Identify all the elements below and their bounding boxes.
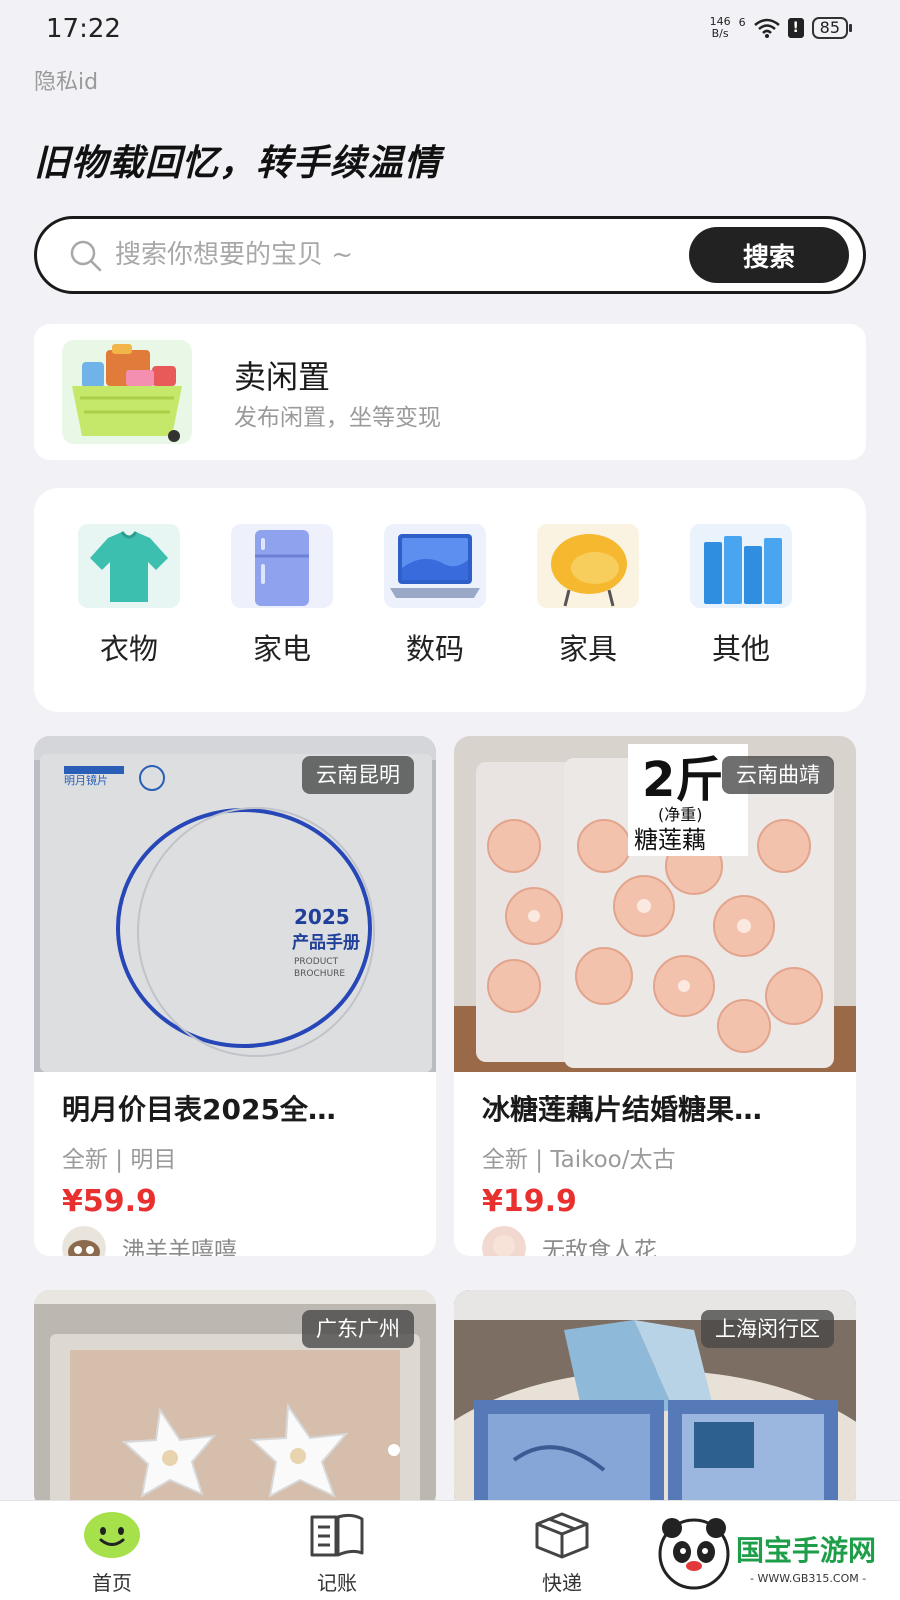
category-label: 其他 bbox=[711, 632, 770, 666]
product-title: 冰糖莲藕片结婚糖果… bbox=[482, 1093, 763, 1126]
product-title: 明月价目表2025全… bbox=[62, 1093, 336, 1126]
search-icon bbox=[70, 240, 102, 272]
category-other[interactable]: 其他 bbox=[686, 524, 796, 668]
alert-icon: ! bbox=[787, 18, 804, 38]
product-card[interactable]: 明月镜片 2025 产品手册 PRODUCT BROCHURE 云南昆明 明月价… bbox=[34, 736, 436, 1256]
category-label: 家电 bbox=[252, 632, 311, 666]
status-time: 17:22 bbox=[46, 14, 121, 44]
svg-text:PRODUCT: PRODUCT bbox=[294, 957, 339, 967]
search-input[interactable] bbox=[115, 231, 695, 279]
seller-info[interactable]: 沸羊羊嘻嘻 bbox=[62, 1226, 237, 1256]
svg-text:糖莲藕: 糖莲藕 bbox=[634, 826, 706, 854]
chair-icon bbox=[537, 524, 639, 608]
seller-name: 无敌食人花 bbox=[542, 1238, 657, 1256]
svg-text:产品手册: 产品手册 bbox=[292, 932, 360, 953]
nav-label: 记账 bbox=[317, 1571, 357, 1595]
location-badge: 上海闵行区 bbox=[701, 1310, 834, 1348]
svg-text:- WWW.GB315.COM -: - WWW.GB315.COM - bbox=[750, 1572, 866, 1585]
product-price: ¥59.9 bbox=[62, 1184, 157, 1219]
seller-info[interactable]: 无敌食人花 bbox=[482, 1226, 657, 1256]
category-furniture[interactable]: 家具 bbox=[533, 524, 643, 668]
category-digital[interactable]: 数码 bbox=[380, 524, 490, 668]
product-tag: 全新 | Taikoo/太古 bbox=[482, 1147, 676, 1173]
package-icon bbox=[535, 1512, 589, 1559]
product-card[interactable]: 广东广州 bbox=[34, 1290, 436, 1510]
category-label: 衣物 bbox=[99, 632, 158, 666]
product-tag: 全新 | 明目 bbox=[62, 1147, 177, 1173]
nav-label: 快递 bbox=[542, 1571, 582, 1595]
svg-text:明月镜片: 明月镜片 bbox=[64, 773, 108, 787]
seller-name: 沸羊羊嘻嘻 bbox=[122, 1238, 237, 1256]
category-appliance[interactable]: 家电 bbox=[227, 524, 337, 668]
network-speed: 146 B/s bbox=[709, 15, 731, 40]
battery-icon: 85 bbox=[811, 17, 853, 39]
laptop-icon bbox=[384, 524, 486, 608]
avatar bbox=[482, 1226, 526, 1256]
wifi-icon bbox=[753, 18, 780, 38]
page-slogan: 旧物载回忆，转手续温情 bbox=[34, 143, 442, 184]
ledger-icon bbox=[310, 1513, 364, 1557]
nav-item-express[interactable]: 快递 bbox=[502, 1511, 622, 1596]
category-clothing[interactable]: 衣物 bbox=[74, 524, 184, 668]
product-card[interactable]: 2斤 (净重) 糖莲藕 云南曲靖 冰糖莲藕片结婚糖果… 全新 | Taikoo/… bbox=[454, 736, 856, 1256]
nav-item-ledger[interactable]: 记账 bbox=[277, 1511, 397, 1596]
signal-label: 6 bbox=[738, 16, 746, 29]
category-grid: 衣物 家电 数码 家具 其他 bbox=[34, 488, 866, 712]
nav-item-home[interactable]: 首页 bbox=[52, 1511, 172, 1596]
location-badge: 广东广州 bbox=[302, 1310, 414, 1348]
svg-text:(净重): (净重) bbox=[658, 805, 703, 824]
books-icon bbox=[690, 524, 792, 608]
avatar bbox=[62, 1226, 106, 1256]
product-card[interactable]: 上海闵行区 bbox=[454, 1290, 856, 1510]
smiley-icon bbox=[84, 1512, 140, 1558]
svg-text:2斤: 2斤 bbox=[642, 752, 723, 808]
tshirt-icon bbox=[78, 524, 180, 608]
product-price: ¥19.9 bbox=[482, 1184, 577, 1219]
location-badge: 云南昆明 bbox=[302, 756, 414, 794]
svg-text:国宝手游网: 国宝手游网 bbox=[736, 1534, 876, 1567]
search-bar: 搜索 bbox=[34, 216, 866, 294]
fridge-icon bbox=[231, 524, 333, 608]
nav-label: 首页 bbox=[92, 1571, 132, 1595]
category-label: 数码 bbox=[405, 632, 464, 666]
basket-icon bbox=[62, 340, 192, 444]
watermark-logo: 国宝手游网 - WWW.GB315.COM - bbox=[654, 1508, 894, 1596]
sell-title: 卖闲置 bbox=[234, 358, 331, 396]
svg-text:BROCHURE: BROCHURE bbox=[294, 969, 345, 979]
privacy-id-label[interactable]: 隐私id bbox=[34, 64, 98, 96]
location-badge: 云南曲靖 bbox=[722, 756, 834, 794]
sell-subtitle: 发布闲置，坐等变现 bbox=[234, 405, 441, 431]
status-bar: 17:22 146 B/s 6 ! 85 bbox=[0, 0, 900, 60]
svg-text:2025: 2025 bbox=[294, 905, 350, 929]
category-label: 家具 bbox=[558, 632, 617, 666]
search-button[interactable]: 搜索 bbox=[689, 227, 849, 283]
sell-item-card[interactable]: 卖闲置 发布闲置，坐等变现 bbox=[34, 324, 866, 460]
status-icons: 146 B/s 6 ! 85 bbox=[709, 15, 853, 40]
